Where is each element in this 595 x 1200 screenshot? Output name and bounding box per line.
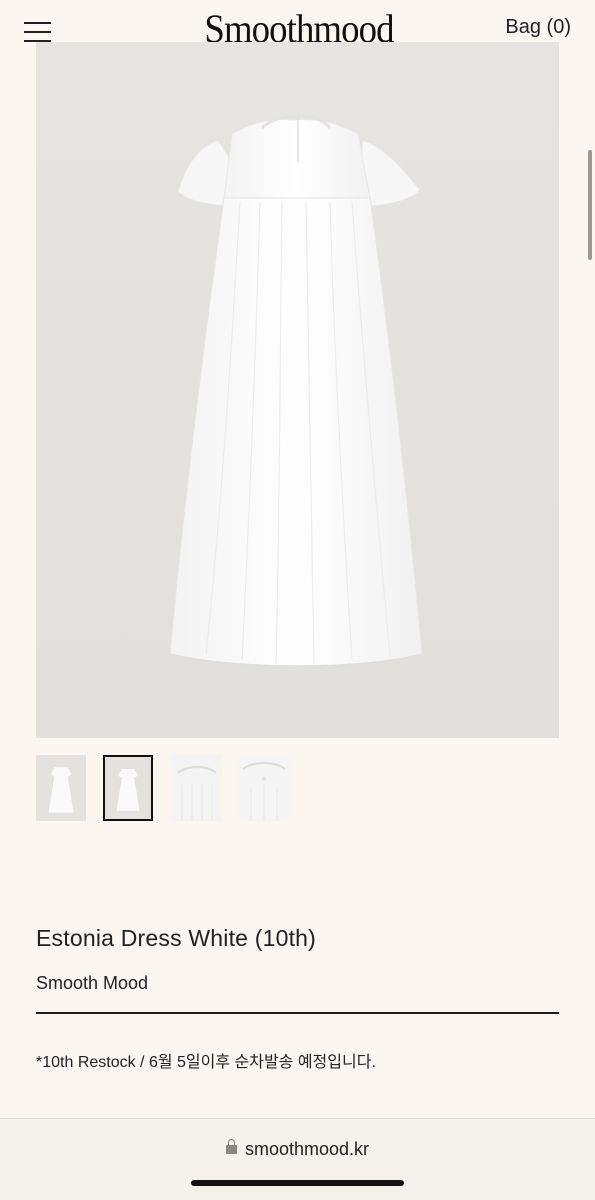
dress-back-thumbnail[interactable] <box>103 755 153 821</box>
lock-icon <box>225 1139 237 1154</box>
white-dress-photo <box>169 114 423 667</box>
dress-collar-detail-thumbnail[interactable] <box>172 755 222 821</box>
restock-note: *10th Restock / 6월 5일이후 순차발송 예정입니다. <box>36 1054 376 1071</box>
hamburger-menu-icon[interactable] <box>24 22 52 44</box>
dress-front-thumbnail[interactable] <box>36 755 86 821</box>
url-display[interactable]: smoothmood.kr <box>0 1139 595 1160</box>
dress-button-detail-thumbnail[interactable] <box>239 755 289 821</box>
product-brand: Smooth Mood <box>36 973 149 993</box>
product-title: Estonia Dress White (10th) <box>36 925 317 951</box>
bag-link[interactable]: Bag (0) <box>505 16 571 39</box>
url-text: smoothmood.kr <box>244 1139 370 1159</box>
home-indicator[interactable] <box>191 1180 404 1186</box>
browser-address-bar[interactable]: smoothmood.kr <box>0 1118 595 1200</box>
divider <box>36 1012 559 1014</box>
product-page: Smoothmood Bag (0) Estonia Dress White (… <box>0 0 595 1200</box>
main-product-image[interactable] <box>36 42 559 738</box>
page-scrollbar[interactable] <box>588 150 592 260</box>
